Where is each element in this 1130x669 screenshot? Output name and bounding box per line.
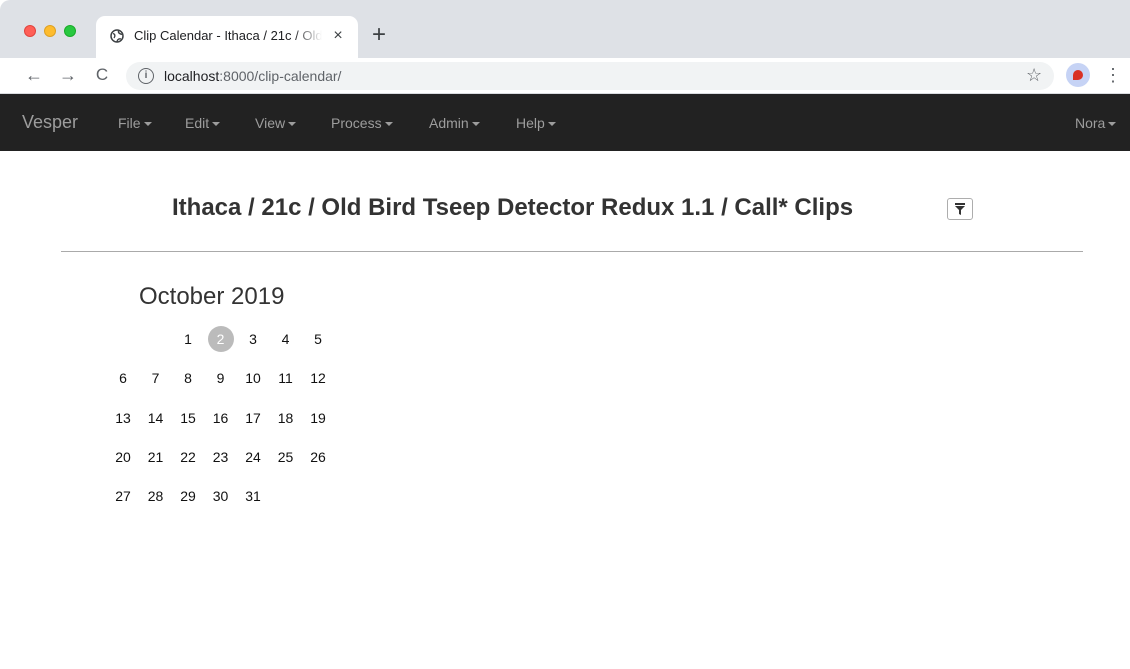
menu-label: View — [255, 115, 286, 131]
menu-label: Admin — [429, 115, 469, 131]
title-row: Ithaca / 21c / Old Bird Tseep Detector R… — [0, 192, 1130, 228]
calendar-day[interactable]: 2 — [207, 326, 234, 352]
calendar-day[interactable]: 1 — [175, 326, 201, 352]
url-path: :8000/clip-calendar/ — [219, 68, 342, 84]
calendar-day[interactable]: 28 — [143, 483, 169, 509]
caret-down-icon — [288, 122, 297, 127]
user-name: Nora — [1075, 115, 1106, 131]
calendar-day[interactable]: 22 — [175, 444, 201, 470]
filter-icon — [955, 203, 965, 215]
menu-process[interactable]: Process — [331, 115, 393, 131]
menu-file[interactable]: File — [118, 115, 152, 131]
user-menu[interactable]: Nora — [1075, 115, 1117, 131]
calendar-day[interactable]: 15 — [175, 405, 201, 431]
calendar-day[interactable]: 19 — [305, 405, 331, 431]
url-host: localhost — [164, 68, 220, 84]
browser-tab-strip: Clip Calendar - Ithaca / 21c / Old Bird … — [0, 0, 1130, 58]
calendar-day[interactable]: 8 — [175, 365, 201, 391]
reload-icon[interactable]: C — [90, 63, 114, 87]
calendar-day[interactable]: 24 — [240, 444, 266, 470]
calendar-day[interactable]: 7 — [143, 365, 169, 391]
browser-menu-icon[interactable]: ⋮ — [1104, 63, 1122, 87]
maximize-window-button[interactable] — [64, 25, 76, 37]
caret-down-icon — [384, 122, 393, 127]
tab-title: Clip Calendar - Ithaca / 21c / Old Bird … — [134, 28, 322, 43]
close-window-button[interactable] — [24, 25, 36, 37]
extension-icon[interactable] — [1066, 63, 1090, 87]
calendar-day[interactable]: 25 — [273, 444, 299, 470]
new-tab-button[interactable]: + — [368, 23, 390, 48]
address-bar[interactable]: i localhost:8000/clip-calendar/ ☆ — [126, 62, 1054, 90]
menu-help[interactable]: Help — [516, 115, 556, 131]
calendar-day[interactable]: 18 — [273, 405, 299, 431]
caret-down-icon — [471, 122, 480, 127]
calendar-day[interactable]: 27 — [110, 483, 136, 509]
calendar-day[interactable]: 5 — [305, 326, 331, 352]
menu-admin[interactable]: Admin — [429, 115, 480, 131]
calendar-day[interactable]: 30 — [208, 483, 234, 509]
caret-down-icon — [143, 122, 152, 127]
calendar-day[interactable]: 14 — [143, 405, 169, 431]
app-navbar: Vesper File Edit View Process Admin Help… — [0, 94, 1130, 151]
globe-icon — [110, 29, 124, 43]
brand-logo[interactable]: Vesper — [22, 112, 78, 133]
bookmark-star-icon[interactable]: ☆ — [1026, 65, 1042, 86]
url-text[interactable]: localhost:8000/clip-calendar/ — [164, 68, 341, 84]
menu-label: Process — [331, 115, 382, 131]
caret-down-icon — [547, 122, 556, 127]
calendar-day[interactable]: 9 — [208, 365, 234, 391]
forward-arrow-icon[interactable]: → — [56, 63, 80, 87]
caret-down-icon — [1108, 122, 1117, 127]
calendar-day[interactable]: 17 — [240, 405, 266, 431]
calendar-day[interactable]: 26 — [305, 444, 331, 470]
calendar-day[interactable]: 16 — [208, 405, 234, 431]
calendar-day[interactable]: 31 — [240, 483, 266, 509]
browser-tab[interactable]: Clip Calendar - Ithaca / 21c / Old Bird … — [96, 16, 358, 58]
browser-toolbar: ← → C i localhost:8000/clip-calendar/ ☆ … — [0, 58, 1130, 94]
calendar-day[interactable]: 21 — [143, 444, 169, 470]
close-tab-icon[interactable]: × — [329, 26, 347, 46]
divider — [61, 251, 1083, 252]
calendar-day[interactable]: 3 — [240, 326, 266, 352]
calendar-day[interactable]: 20 — [110, 444, 136, 470]
menu-edit[interactable]: Edit — [185, 115, 221, 131]
calendar-day[interactable]: 6 — [110, 365, 136, 391]
calendar-day[interactable]: 10 — [240, 365, 266, 391]
calendar-day[interactable]: 13 — [110, 405, 136, 431]
calendar-day[interactable]: 23 — [208, 444, 234, 470]
page-title: Ithaca / 21c / Old Bird Tseep Detector R… — [172, 194, 854, 221]
minimize-window-button[interactable] — [44, 25, 56, 37]
month-title: October 2019 — [139, 283, 285, 310]
menu-view[interactable]: View — [255, 115, 297, 131]
calendar-day[interactable]: 29 — [175, 483, 201, 509]
filter-button[interactable] — [947, 198, 973, 220]
caret-down-icon — [212, 122, 221, 127]
info-icon[interactable]: i — [138, 68, 154, 84]
menu-label: Edit — [185, 115, 210, 131]
menu-label: File — [118, 115, 141, 131]
calendar-day[interactable]: 4 — [273, 326, 299, 352]
calendar-day[interactable]: 11 — [273, 365, 299, 391]
calendar-day[interactable]: 12 — [305, 365, 331, 391]
menu-label: Help — [516, 115, 545, 131]
back-arrow-icon[interactable]: ← — [22, 63, 46, 87]
